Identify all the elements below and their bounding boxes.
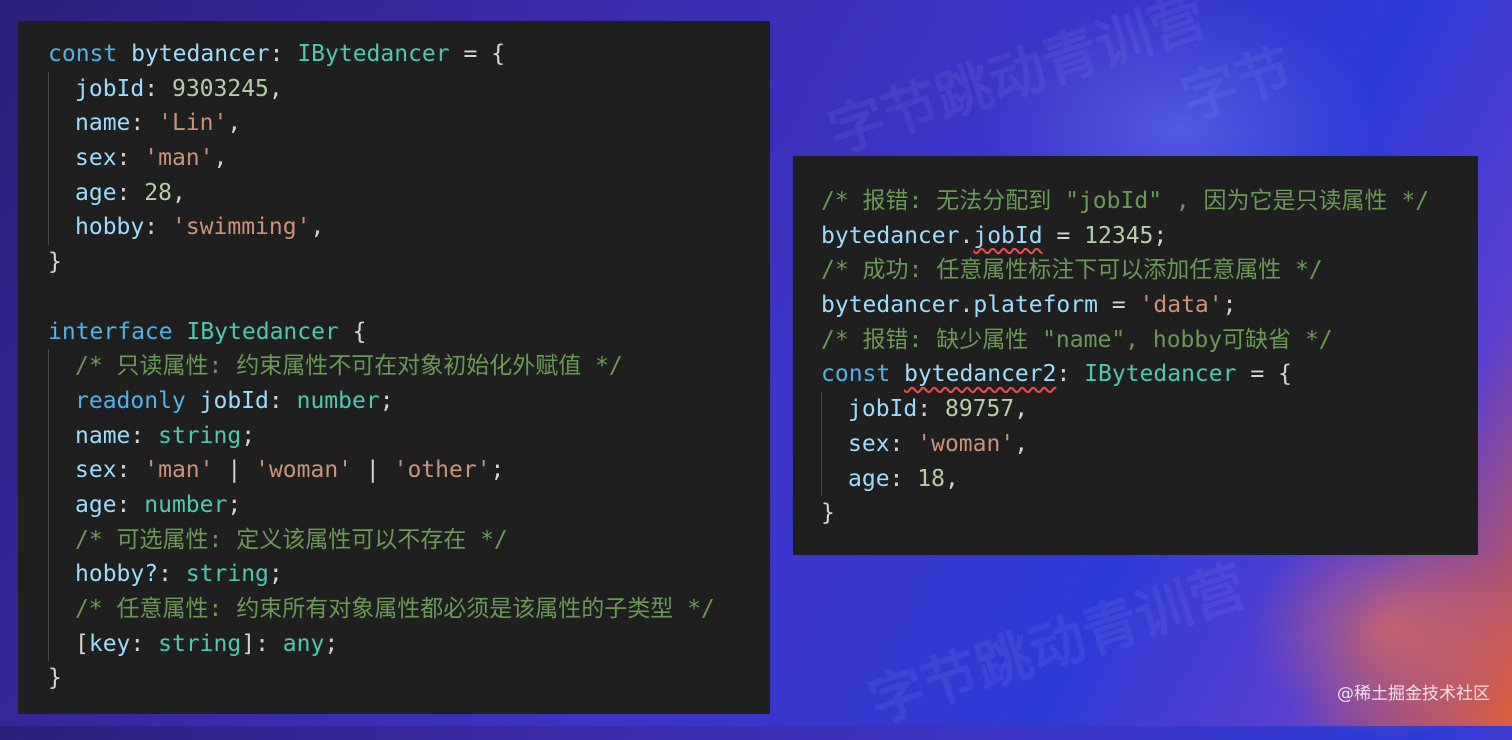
code-line: interface IBytedancer { xyxy=(48,318,367,345)
code-line: bytedancer.plateform = 'data'; xyxy=(821,292,1237,319)
code-line: name: string; xyxy=(48,418,770,454)
code-line: age: number; xyxy=(48,487,770,523)
code-comment: /* 只读属性: 约束属性不可在对象初始化外赋值 */ xyxy=(48,349,770,384)
code-line: } xyxy=(48,249,62,276)
code-line: hobby?: string; xyxy=(48,557,770,592)
code-line: } xyxy=(48,665,62,692)
code-line: sex: 'man' | 'woman' | 'other'; xyxy=(48,453,770,488)
error-squiggle: jobId xyxy=(973,222,1043,249)
code-comment: /* 报错: 缺少属性 "name", hobby可缺省 */ xyxy=(821,326,1333,353)
code-line: } xyxy=(821,500,835,527)
code-comment: /* 可选属性: 定义该属性可以不存在 */ xyxy=(48,522,770,558)
error-squiggle: bytedancer2 xyxy=(904,361,1057,388)
code-panel-right: /* 报错: 无法分配到 "jobId" , 因为它是只读属性 */ byted… xyxy=(793,156,1478,555)
background-brand-pattern: 字节跳动青训营 xyxy=(861,553,1254,737)
code-line: age: 28, xyxy=(48,175,770,211)
code-line: const bytedancer2: IBytedancer = { xyxy=(821,361,1292,388)
code-line: readonly jobId: number; xyxy=(48,383,770,419)
code-line: age: 18, xyxy=(821,461,1478,497)
code-line: hobby: 'swimming', xyxy=(48,210,770,246)
code-comment: /* 成功: 任意属性标注下可以添加任意属性 */ xyxy=(821,257,1323,284)
code-line: name: 'Lin', xyxy=(48,106,770,142)
code-comment: /* 报错: 无法分配到 "jobId" , 因为它是只读属性 */ xyxy=(821,188,1430,214)
code-comment: /* 任意属性: 约束所有对象属性都必须是该属性的子类型 */ xyxy=(48,592,770,627)
watermark-label: @稀土掘金技术社区 xyxy=(1337,684,1490,704)
code-line: bytedancer.jobId = 12345; xyxy=(821,222,1168,249)
code-line: jobId: 89757, xyxy=(821,392,1478,427)
code-panel-left: const bytedancer: IBytedancer = { jobId:… xyxy=(18,21,770,714)
code-line: const bytedancer: IBytedancer = { xyxy=(48,41,506,67)
code-line: sex: 'woman', xyxy=(821,426,1478,462)
code-line: sex: 'man', xyxy=(48,141,770,176)
code-line: [key: string]: any; xyxy=(48,626,770,662)
code-line: jobId: 9303245, xyxy=(48,71,770,107)
